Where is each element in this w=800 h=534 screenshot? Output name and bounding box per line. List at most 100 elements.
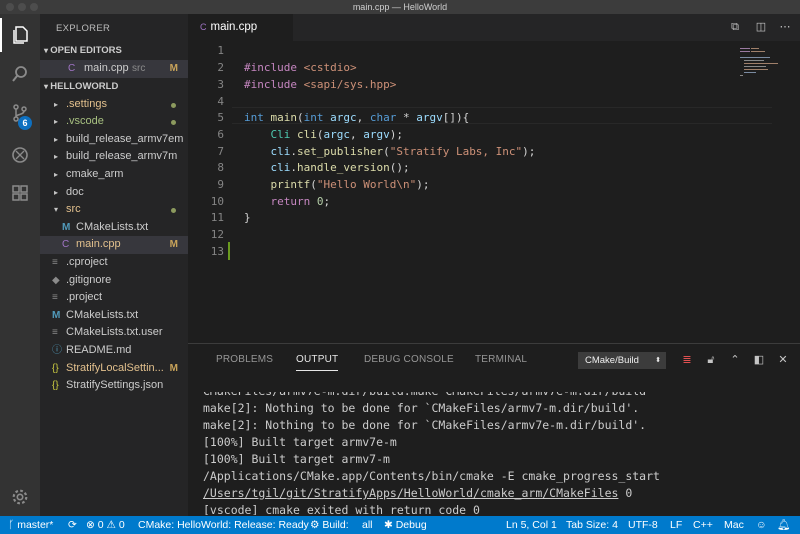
- code-line-11: }: [244, 211, 251, 224]
- debug-icon[interactable]: [0, 138, 40, 172]
- output-line: [vscode] cmake exited with return code 0: [203, 503, 480, 517]
- sync-icon[interactable]: ⟳: [68, 516, 77, 534]
- modified-line-gutter: [228, 242, 230, 260]
- code-line-8: cli.handle_version();: [270, 161, 410, 174]
- lock-scroll-icon[interactable]: 🔓︎: [704, 353, 718, 367]
- debug-item[interactable]: ✱ Debug: [384, 516, 427, 534]
- minimap[interactable]: [740, 45, 780, 85]
- tab-output[interactable]: OUTPUT: [296, 354, 339, 371]
- split-editor-icon[interactable]: ◫: [754, 20, 768, 34]
- line-number: 11: [210, 211, 224, 224]
- close-panel-icon[interactable]: ✕: [776, 353, 790, 367]
- cursor-position-item[interactable]: Ln 5, Col 1: [506, 516, 557, 534]
- file-icon: ≡: [52, 292, 58, 304]
- tree-item-vscode-folder[interactable]: ▸ .vscode: [40, 113, 188, 131]
- code-line-2: #include <cstdio>: [244, 61, 357, 74]
- eol-item[interactable]: LF: [670, 516, 682, 534]
- editor-tab-bar: Cmain.cpp ⧉ ◫ ⋯: [188, 14, 800, 41]
- bug-icon: ✱: [384, 519, 396, 531]
- output-line: /Applications/CMake.app/Contents/bin/cma…: [203, 469, 660, 483]
- output-line: make[2]: Nothing to be done for `CMakeFi…: [203, 401, 640, 415]
- output-line: CMakeFiles/armv7e-m.dir/build.make CMake…: [203, 384, 647, 398]
- cpp-file-icon: C: [200, 22, 207, 32]
- tree-item-cmake-arm-folder[interactable]: ▸ cmake_arm: [40, 166, 188, 184]
- tree-item-main-cpp[interactable]: Cmain.cpp M: [40, 236, 188, 254]
- tree-item-stratify-settings[interactable]: {} StratifySettings.json: [40, 377, 188, 395]
- open-editor-item[interactable]: C main.cpp src M: [40, 60, 188, 78]
- output-line: make[2]: Nothing to be done for `CMakeFi…: [203, 418, 647, 432]
- settings-gear-icon[interactable]: [0, 480, 40, 514]
- tab-main-cpp[interactable]: Cmain.cpp: [188, 14, 293, 41]
- error-icon: ⊗: [86, 519, 98, 531]
- tree-item-cproject[interactable]: ≡ .cproject: [40, 254, 188, 272]
- cpp-file-icon: C: [62, 239, 70, 251]
- output-channel-select[interactable]: CMake/Build ⬍: [578, 352, 666, 369]
- tree-item-stratify-local-settings[interactable]: {} StratifyLocalSettin... M: [40, 360, 188, 378]
- tree-item-readme[interactable]: ⓘ README.md: [40, 342, 188, 360]
- json-file-icon: {}: [52, 380, 59, 392]
- line-number: 12: [210, 228, 224, 241]
- feedback-icon[interactable]: ☺: [756, 516, 767, 534]
- platform-item[interactable]: Mac: [724, 516, 744, 534]
- git-branch-item[interactable]: ᚴ master*: [8, 516, 53, 534]
- line-number: 4: [217, 95, 224, 108]
- tree-item-settings-folder[interactable]: ▸ .settings: [40, 96, 188, 114]
- code-line-10: return 0;: [270, 195, 331, 208]
- encoding-item[interactable]: UTF-8: [628, 516, 658, 534]
- close-window-button[interactable]: [6, 3, 14, 11]
- tab-terminal[interactable]: TERMINAL: [475, 354, 527, 365]
- tree-item-build-armv7em-folder[interactable]: ▸ build_release_armv7em: [40, 131, 188, 149]
- git-file-icon: ◆: [52, 274, 60, 286]
- search-icon[interactable]: [0, 57, 40, 91]
- explorer-sidebar: EXPLORER ▾ OPEN EDITORS C main.cpp src M…: [40, 14, 188, 516]
- line-number: 3: [217, 78, 224, 91]
- build-target-item[interactable]: all: [362, 516, 373, 534]
- tree-item-cmakelists[interactable]: M CMakeLists.txt: [40, 307, 188, 325]
- output-line: [100%] Built target armv7-m: [203, 452, 390, 466]
- tab-debug-console[interactable]: DEBUG CONSOLE: [364, 354, 454, 365]
- output-path-link[interactable]: /Users/tgil/git/StratifyApps/HelloWorld/…: [203, 486, 618, 500]
- minimize-window-button[interactable]: [18, 3, 26, 11]
- chevron-right-icon: ▸: [54, 152, 59, 162]
- extensions-icon[interactable]: [0, 176, 40, 210]
- tree-item-doc-folder[interactable]: ▸ doc: [40, 184, 188, 202]
- maximize-panel-icon[interactable]: ⌃: [728, 353, 742, 367]
- toggle-panel-position-icon[interactable]: ◧: [752, 353, 766, 367]
- title-bar: main.cpp — HelloWorld: [0, 0, 800, 14]
- tree-item-build-armv7m-folder[interactable]: ▸ build_release_armv7m: [40, 148, 188, 166]
- output-line: [100%] Built target armv7e-m: [203, 435, 397, 449]
- notifications-icon[interactable]: 🔔︎: [777, 516, 790, 534]
- code-editor[interactable]: 1 2 3 4 5 6 7 8 9 10 11 12 13 #include <…: [188, 41, 800, 343]
- more-actions-icon[interactable]: ⋯: [778, 20, 792, 34]
- tree-item-project[interactable]: ≡ .project: [40, 289, 188, 307]
- build-item[interactable]: ⚙ Build:: [310, 516, 349, 534]
- output-line: /Users/tgil/git/StratifyApps/HelloWorld/…: [203, 486, 633, 500]
- code-line-5: int main(int argc, char * argv[]){: [244, 111, 470, 124]
- tree-item-gitignore[interactable]: ◆ .gitignore: [40, 272, 188, 290]
- chevron-right-icon: ▸: [54, 187, 59, 197]
- line-number: 5: [217, 111, 224, 124]
- code-line-6: Cli cli(argc, argv);: [244, 128, 403, 141]
- gear-icon: ⚙: [310, 519, 323, 531]
- explorer-icon[interactable]: [0, 18, 40, 52]
- line-number: 6: [217, 128, 224, 141]
- file-icon: ≡: [52, 327, 58, 339]
- file-icon: ≡: [52, 256, 58, 268]
- tab-problems[interactable]: PROBLEMS: [216, 354, 273, 365]
- warning-icon: ⚠: [103, 519, 119, 531]
- zoom-window-button[interactable]: [30, 3, 38, 11]
- project-section[interactable]: ▾ HELLOWORLD: [40, 78, 188, 96]
- bottom-panel: PROBLEMS OUTPUT DEBUG CONSOLE TERMINAL C…: [188, 343, 800, 516]
- code-line-3: #include <sapi/sys.hpp>: [244, 78, 397, 91]
- problems-item[interactable]: ⊗ 0 ⚠ 0: [86, 516, 125, 534]
- tree-item-src-folder[interactable]: ▾ src: [40, 201, 188, 219]
- open-changes-icon[interactable]: ⧉: [728, 20, 742, 34]
- clear-output-icon[interactable]: ≣: [680, 353, 694, 367]
- open-editors-section[interactable]: ▾ OPEN EDITORS: [40, 42, 188, 60]
- cmake-status-item[interactable]: CMake: HelloWorld: Release: Ready: [138, 516, 309, 534]
- tree-item-cmakelists-user[interactable]: ≡ CMakeLists.txt.user: [40, 324, 188, 342]
- tree-item-src-cmakelists[interactable]: M CMakeLists.txt: [40, 219, 188, 237]
- cmake-file-icon: M: [52, 309, 61, 321]
- tab-size-item[interactable]: Tab Size: 4: [566, 516, 618, 534]
- language-item[interactable]: C++: [693, 516, 713, 534]
